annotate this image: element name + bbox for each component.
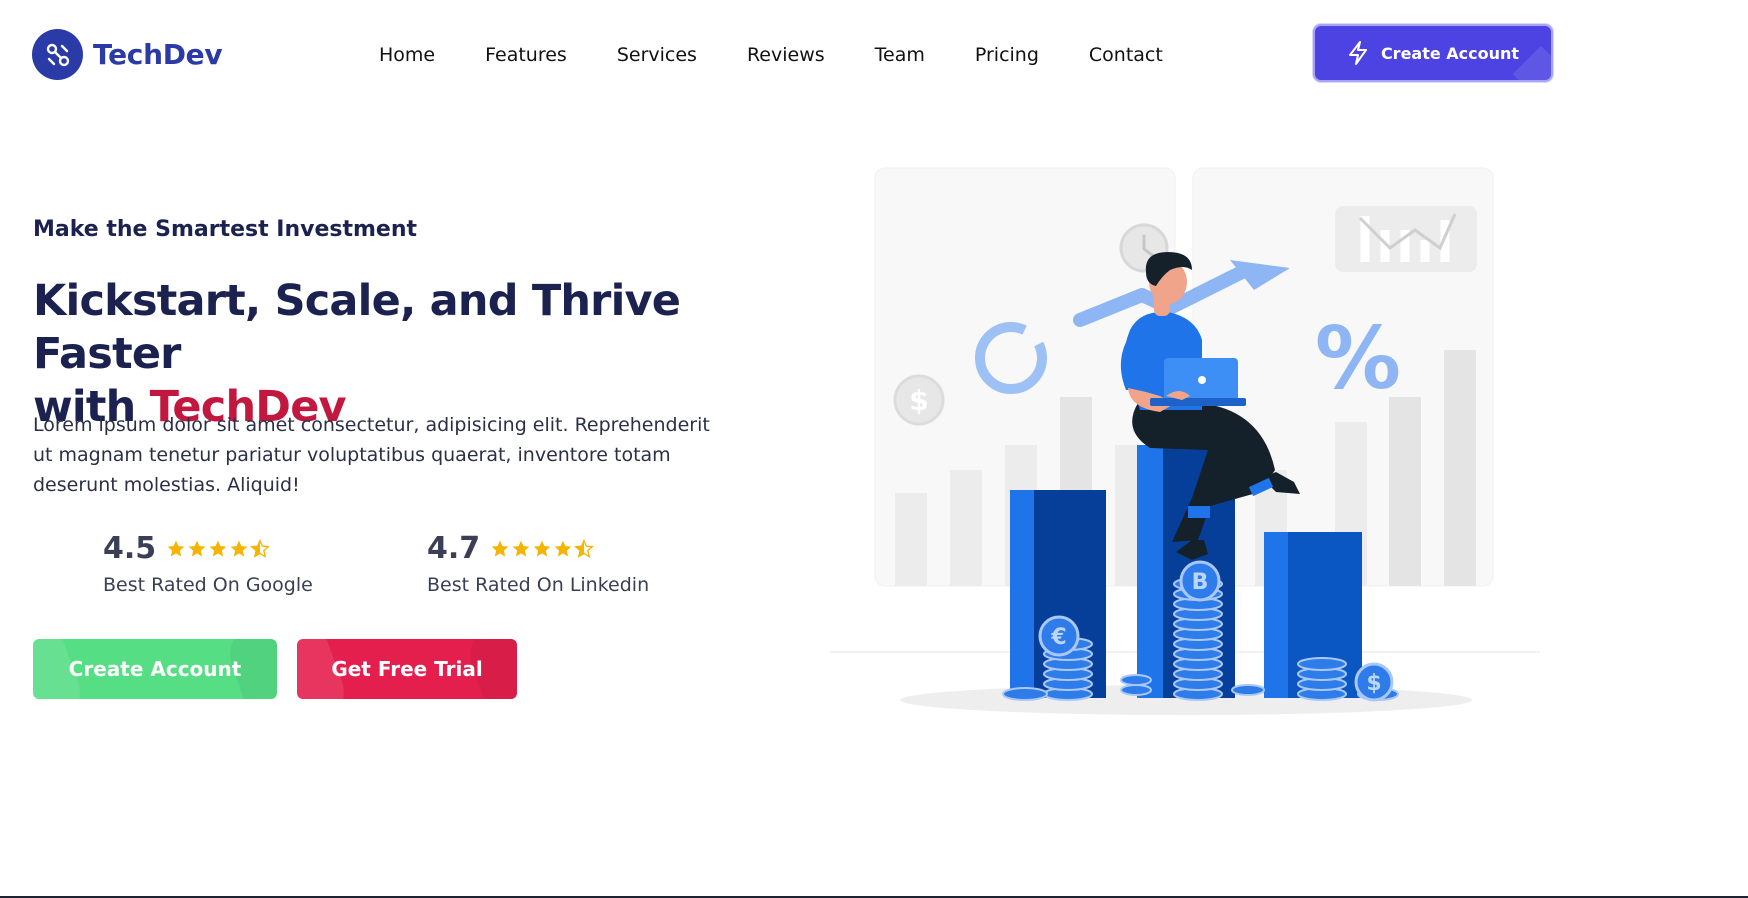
brand-name: TechDev [93, 38, 223, 71]
star-half-icon [574, 538, 595, 558]
header-create-account-label: Create Account [1380, 43, 1520, 63]
star-rating [166, 538, 271, 559]
nav-features[interactable]: Features [485, 42, 567, 68]
nav-reviews[interactable]: Reviews [747, 42, 825, 68]
svg-text:$: $ [1366, 671, 1381, 696]
nav-home[interactable]: Home [379, 42, 435, 68]
brand-logo[interactable]: TechDev [32, 29, 223, 80]
svg-text:B: B [1192, 570, 1209, 595]
create-account-label: Create Account [68, 657, 242, 681]
header-create-account-button[interactable]: Create Account [1313, 24, 1553, 82]
svg-text:$: $ [909, 384, 928, 417]
nav-services[interactable]: Services [617, 42, 697, 68]
star-icon [512, 540, 530, 556]
rating-linkedin: 4.7 Best Rated On Linkedin [427, 531, 649, 596]
hero-description: Lorem ipsum dolor sit amet consectetur, … [33, 414, 710, 496]
rating-google: 4.5 Best Rated On Google [103, 531, 313, 596]
star-rating [490, 538, 595, 559]
svg-text:€: € [1050, 625, 1066, 650]
svg-text:%: % [1315, 309, 1401, 409]
star-half-icon [250, 538, 271, 558]
rating-score: 4.7 [427, 531, 481, 566]
nav-team[interactable]: Team [875, 42, 925, 68]
nav-pricing[interactable]: Pricing [975, 42, 1039, 68]
star-icon [167, 540, 185, 556]
star-icon [533, 540, 551, 556]
rating-source: Best Rated On Linkedin [427, 574, 650, 596]
nav-contact[interactable]: Contact [1089, 42, 1163, 68]
investment-illustration: $ % € B $ [830, 167, 1540, 715]
free-trial-button[interactable]: Get Free Trial [297, 639, 517, 699]
lightning-icon [1348, 41, 1367, 65]
star-icon [188, 540, 206, 556]
rating-source: Best Rated On Google [103, 574, 313, 596]
main-nav: Home Features Services Reviews Team Pric… [379, 42, 1213, 68]
hero-eyebrow: Make the Smartest Investment [33, 217, 418, 242]
link-nodes-icon [32, 29, 83, 80]
star-icon [230, 540, 248, 556]
star-icon [554, 540, 572, 556]
free-trial-label: Get Free Trial [331, 657, 483, 681]
star-icon [491, 540, 509, 556]
star-icon [209, 540, 227, 556]
headline-line-1: Kickstart, Scale, and Thrive Faster [33, 276, 681, 379]
rating-score: 4.5 [103, 531, 157, 566]
create-account-button[interactable]: Create Account [33, 639, 277, 699]
